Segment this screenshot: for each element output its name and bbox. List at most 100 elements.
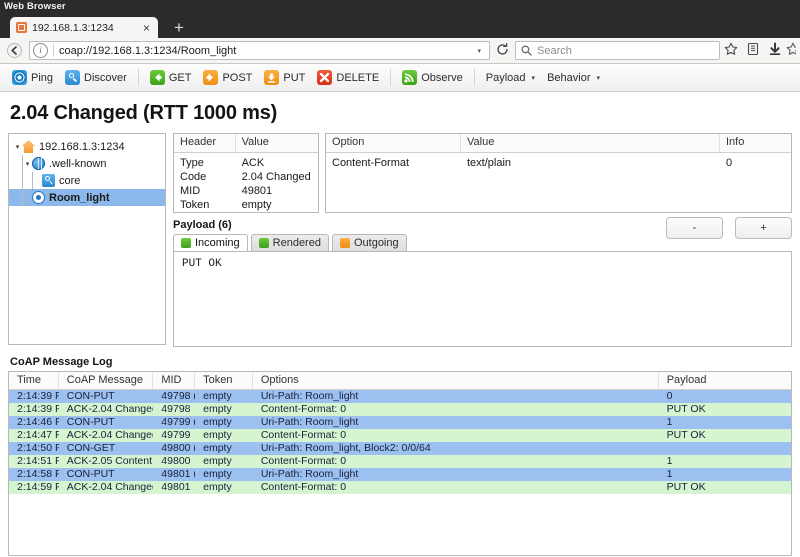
chevron-down-icon[interactable]: ▾ [13, 143, 22, 151]
ping-icon [12, 70, 27, 85]
new-tab-button[interactable]: + [170, 19, 188, 37]
tree-node-label: 192.168.1.3:1234 [39, 140, 125, 153]
download-icon[interactable] [764, 42, 786, 59]
resource-tree[interactable]: ▾ 192.168.1.3:1234 ▾ .well-known core Room_li… [8, 133, 166, 345]
log-cell: 2:14:47 PM [17, 429, 59, 441]
coap-toolbar: Ping Discover GET POST PUT DELETE Observ… [0, 64, 800, 92]
log-row[interactable]: 2:14:59 PM ACK-2.04 Changed 49801 empty Cont… [9, 481, 791, 494]
put-button[interactable]: PUT [258, 67, 311, 89]
back-icon[interactable] [4, 40, 25, 61]
discover-icon [65, 70, 81, 85]
payload-tab-rendered[interactable]: Rendered [250, 234, 329, 251]
log-cell: ACK-2.04 Changed [66, 481, 154, 493]
log-cell: CON-PUT [66, 468, 115, 480]
discover-button[interactable]: Discover [59, 67, 133, 89]
browser-tab[interactable]: 192.168.1.3:1234 × [10, 17, 158, 38]
log-cell: 49801 [161, 481, 191, 493]
get-button[interactable]: GET [144, 67, 198, 89]
header-cell: Type [180, 157, 204, 169]
log-cell: CON-PUT [66, 390, 115, 402]
header-table: Header Value Type ACK Code 2.04 Changed MID 4… [173, 133, 319, 213]
log-col-time[interactable]: Time [9, 372, 59, 389]
url-bar[interactable]: i coap://192.168.1.3:1234/Room_light ▾ [29, 41, 490, 60]
tree-node-core[interactable]: core [9, 172, 165, 189]
log-cell: PUT OK [666, 403, 706, 415]
log-col-coap-message[interactable]: CoAP Message [59, 372, 154, 389]
header-col-header: Header [174, 134, 236, 152]
log-cell: 49798 (0) [161, 390, 195, 402]
copper-favicon-icon [16, 22, 27, 33]
tree-node-room-light[interactable]: Room_light [9, 189, 165, 206]
observe-rss-icon [402, 70, 418, 85]
chevron-down-icon[interactable]: ▾ [472, 47, 486, 55]
payload-tab-incoming[interactable]: Incoming [173, 234, 248, 251]
log-cell: CON-PUT [66, 416, 115, 428]
post-button[interactable]: POST [197, 67, 258, 89]
header-cell: 2.04 Changed [241, 171, 311, 183]
chevron-down-icon[interactable]: ▾ [23, 160, 32, 168]
header-table-body: Type ACK Code 2.04 Changed MID 49801 Token empt… [174, 153, 318, 212]
log-cell: Uri-Path: Room_light [260, 468, 359, 480]
log-row[interactable]: 2:14:39 PM CON-PUT 49798 (0) empty Uri-Path:… [9, 390, 791, 403]
payload-tab-label: Rendered [272, 237, 321, 249]
chevron-down-icon: ▾ [531, 74, 536, 82]
tree-node--well-known[interactable]: ▾ .well-known [9, 155, 165, 172]
home-icon [22, 140, 35, 153]
delete-label: DELETE [336, 71, 380, 84]
log-row[interactable]: 2:14:50 PM CON-GET 49800 (0) empty Uri-Path:… [9, 442, 791, 455]
tree-node-label: .well-known [49, 157, 107, 170]
log-row[interactable]: 2:14:51 PM ACK-2.05 Content 49800 empty Cont… [9, 455, 791, 468]
payload-content[interactable]: PUT OK [173, 251, 792, 347]
library-icon[interactable] [742, 42, 764, 59]
log-col-token[interactable]: Token [195, 372, 253, 389]
tree-node-192-168-1-3-1234[interactable]: ▾ 192.168.1.3:1234 [9, 138, 165, 155]
log-row[interactable]: 2:14:58 PM CON-PUT 49801 (0) empty Uri-Path:… [9, 468, 791, 481]
option-table-head: Option Value Info [326, 134, 791, 153]
search-input[interactable]: Search [515, 41, 720, 60]
menu-icon[interactable] [786, 42, 796, 59]
log-section: CoAP Message Log Time CoAP Message MID Toke… [0, 356, 800, 556]
log-cell: 49800 [161, 455, 191, 467]
log-row[interactable]: 2:14:47 PM ACK-2.04 Changed 49799 empty Cont… [9, 429, 791, 442]
log-row[interactable]: 2:14:46 PM CON-PUT 49799 (0) empty Uri-Path:… [9, 416, 791, 429]
tree-indent [22, 172, 23, 189]
delete-button[interactable]: DELETE [311, 67, 385, 89]
log-table[interactable]: Time CoAP Message MID Token Options Payload 2… [8, 371, 792, 556]
url-divider [53, 44, 54, 57]
header-cell: 49801 [241, 185, 273, 197]
toolbar-divider-2 [390, 69, 392, 86]
log-cell: 1 [666, 416, 673, 428]
search-icon [521, 45, 532, 56]
header-col-value: Value [241, 136, 269, 148]
log-row[interactable]: 2:14:39 PM ACK-2.04 Changed 49798 empty Cont… [9, 403, 791, 416]
log-cell: empty [203, 442, 232, 454]
payload-tab-outgoing[interactable]: Outgoing [331, 234, 407, 251]
tree-node-label: core [59, 174, 81, 187]
put-arrow-down-icon [264, 70, 280, 85]
tree-node-label: Room_light [49, 191, 110, 204]
log-cell: 2:14:51 PM [17, 455, 59, 467]
info-icon[interactable]: i [33, 43, 48, 58]
toolbar-divider [137, 69, 139, 86]
reload-icon[interactable] [494, 42, 510, 59]
bookmark-star-icon[interactable] [720, 42, 742, 59]
behavior-menu[interactable]: Behavior ▾ [541, 67, 606, 89]
incoming-icon [181, 238, 191, 248]
option-cell: Content-Format [332, 157, 410, 169]
log-col-mid[interactable]: MID [153, 372, 196, 389]
log-col-options[interactable]: Options [253, 372, 659, 389]
get-arrow-left-icon [149, 70, 165, 85]
discover-label: Discover [84, 71, 127, 84]
target-icon [32, 191, 45, 204]
payload-menu[interactable]: Payload ▾ [480, 67, 541, 89]
log-cell: PUT OK [666, 429, 706, 441]
window-title: Web Browser [4, 1, 66, 12]
ping-button[interactable]: Ping [6, 67, 59, 89]
header-table-row: MID 49801 [174, 184, 318, 198]
log-cell [659, 442, 791, 455]
log-col-payload[interactable]: Payload [659, 372, 791, 389]
payload-minus-button[interactable]: - [666, 217, 723, 239]
close-icon[interactable]: × [141, 22, 152, 34]
observe-button[interactable]: Observe [396, 67, 469, 89]
payload-plus-button[interactable]: + [735, 217, 792, 239]
